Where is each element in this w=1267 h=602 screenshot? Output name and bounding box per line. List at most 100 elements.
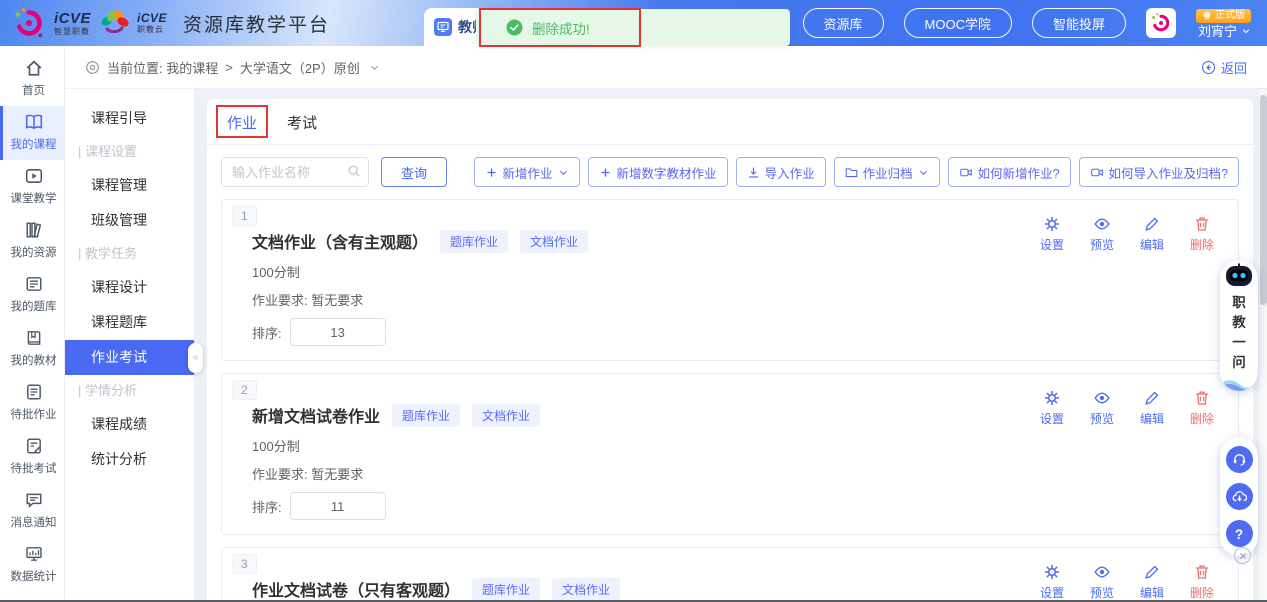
delete-button[interactable]: 删除 bbox=[1190, 564, 1214, 601]
main-content: 作业 考试 查询 bbox=[195, 89, 1267, 602]
trash-icon bbox=[1194, 390, 1210, 406]
collapse-sidebar-handle[interactable]: « bbox=[188, 343, 203, 373]
preview-button[interactable]: 预览 bbox=[1090, 216, 1114, 253]
sidebar-label: 待批作业 bbox=[11, 406, 57, 422]
home-icon bbox=[25, 59, 43, 77]
sidebar-item-pending-homework[interactable]: 待批作业 bbox=[0, 376, 64, 430]
add-digital-textbook-homework-button[interactable]: 新增数字教材作业 bbox=[588, 157, 728, 187]
submenu-group-course-settings: 课程设置 bbox=[65, 136, 194, 168]
trash-icon bbox=[1194, 564, 1210, 580]
tag-document: 文档作业 bbox=[552, 578, 620, 601]
breadcrumb-separator: > bbox=[225, 60, 233, 75]
submenu-item-course-management[interactable]: 课程管理 bbox=[65, 168, 194, 203]
settings-button[interactable]: 设置 bbox=[1040, 390, 1064, 427]
nav-resource-library-button[interactable]: 资源库 bbox=[803, 8, 884, 38]
assignment-index: 2 bbox=[232, 380, 257, 400]
sidebar-item-my-courses[interactable]: 我的课程 bbox=[0, 106, 64, 160]
sidebar-item-data-statistics[interactable]: 数据统计 bbox=[0, 538, 64, 592]
sidebar-item-home[interactable]: 首页 bbox=[0, 52, 64, 106]
submenu-item-course-design[interactable]: 课程设计 bbox=[65, 270, 194, 305]
assignment-index: 1 bbox=[232, 206, 257, 226]
settings-button[interactable]: 设置 bbox=[1040, 216, 1064, 253]
back-circle-icon bbox=[1201, 60, 1216, 75]
download-button[interactable] bbox=[1226, 483, 1253, 510]
header-right: 资源库 MOOC学院 智能投屏 正式版 刘宵宁 bbox=[803, 8, 1267, 38]
assistant-label: 职教一问 bbox=[1232, 293, 1247, 373]
pencil-icon bbox=[1144, 390, 1160, 406]
sidebar-item-messages[interactable]: 消息通知 bbox=[0, 484, 64, 538]
assignment-requirement: 作业要求: 暂无要求 bbox=[252, 464, 1222, 483]
help-button[interactable] bbox=[1226, 520, 1253, 547]
sidebar-item-my-textbooks[interactable]: 我的教材 bbox=[0, 322, 64, 376]
submenu-group-learning-analysis: 学情分析 bbox=[65, 375, 194, 407]
submenu-item-statistics-analysis[interactable]: 统计分析 bbox=[65, 442, 194, 477]
breadcrumb-current[interactable]: 大学语文（2P）原创 bbox=[240, 58, 360, 77]
submenu-item-course-guide[interactable]: 课程引导 bbox=[65, 101, 194, 136]
back-button[interactable]: 返回 bbox=[1201, 58, 1247, 77]
tag-question-bank: 题库作业 bbox=[440, 230, 508, 253]
assignment-score: 100分制 bbox=[252, 262, 1222, 281]
add-homework-button[interactable]: 新增作业 bbox=[474, 157, 580, 187]
toolbar: 查询 新增作业 新增数字教材作业 bbox=[207, 145, 1253, 199]
teacher-badge-icon bbox=[434, 18, 452, 36]
user-area[interactable]: 正式版 刘宵宁 bbox=[1196, 9, 1251, 38]
query-button[interactable]: 查询 bbox=[381, 157, 447, 187]
question-bank-icon bbox=[25, 275, 43, 293]
username: 刘宵宁 bbox=[1198, 25, 1237, 38]
close-floating-toolbar-button[interactable] bbox=[1234, 547, 1251, 564]
preview-button[interactable]: 预览 bbox=[1090, 564, 1114, 601]
nav-smart-screencast-button[interactable]: 智能投屏 bbox=[1032, 8, 1126, 38]
video-icon bbox=[959, 166, 973, 179]
tab-exam[interactable]: 考试 bbox=[287, 112, 317, 133]
sort-input[interactable] bbox=[290, 492, 386, 520]
import-homework-button[interactable]: 导入作业 bbox=[736, 157, 826, 187]
scrollbar-thumb[interactable] bbox=[1260, 95, 1267, 305]
settings-button[interactable]: 设置 bbox=[1040, 564, 1064, 601]
sidebar-label: 消息通知 bbox=[11, 514, 57, 530]
sidebar-item-my-question-bank[interactable]: 我的题库 bbox=[0, 268, 64, 322]
sort-input[interactable] bbox=[290, 318, 386, 346]
customer-service-button[interactable] bbox=[1226, 446, 1253, 473]
assistant-widget[interactable]: 职教一问 bbox=[1220, 260, 1258, 391]
submenu-group-teaching-tasks: 教学任务 bbox=[65, 238, 194, 270]
submenu-item-course-question-bank[interactable]: 课程题库 bbox=[65, 305, 194, 340]
stats-screen-icon bbox=[25, 545, 43, 563]
edit-button[interactable]: 编辑 bbox=[1140, 216, 1164, 253]
sort-label: 排序: bbox=[252, 497, 282, 516]
version-badge: 正式版 bbox=[1196, 9, 1251, 23]
edit-button[interactable]: 编辑 bbox=[1140, 390, 1164, 427]
submenu-item-class-management[interactable]: 班级管理 bbox=[65, 203, 194, 238]
floating-toolbar bbox=[1220, 437, 1258, 556]
preview-button[interactable]: 预览 bbox=[1090, 390, 1114, 427]
edit-button[interactable]: 编辑 bbox=[1140, 564, 1164, 601]
chevron-down-icon bbox=[1241, 26, 1251, 36]
page-scrollbar[interactable] bbox=[1258, 90, 1267, 600]
sidebar-item-my-resources[interactable]: 我的资源 bbox=[0, 214, 64, 268]
tag-document: 文档作业 bbox=[472, 404, 540, 427]
version-badge-label: 正式版 bbox=[1215, 11, 1245, 21]
sidebar-item-classroom-teaching[interactable]: 课堂教学 bbox=[0, 160, 64, 214]
play-video-icon bbox=[25, 167, 43, 185]
delete-button[interactable]: 删除 bbox=[1190, 216, 1214, 253]
brand-area: iCVE 智慧职教 iCVE 职教云 资源库教学平台 bbox=[0, 6, 330, 40]
homework-archive-button[interactable]: 作业归档 bbox=[834, 157, 940, 187]
nav-mooc-academy-button[interactable]: MOOC学院 bbox=[904, 8, 1012, 38]
trash-icon bbox=[1194, 216, 1210, 232]
avatar[interactable] bbox=[1146, 8, 1176, 38]
how-to-add-homework-button[interactable]: 如何新增作业? bbox=[948, 157, 1071, 187]
chevron-down-icon bbox=[918, 167, 929, 178]
plus-icon bbox=[599, 166, 612, 179]
left-rail: 首页 我的课程 课堂教学 我的资源 我的题库 我的教材 bbox=[0, 46, 65, 602]
location-pin-icon bbox=[85, 60, 100, 75]
how-to-import-archive-button[interactable]: 如何导入作业及归档? bbox=[1079, 157, 1239, 187]
tab-homework[interactable]: 作业 bbox=[227, 112, 257, 133]
delete-button[interactable]: 删除 bbox=[1190, 390, 1214, 427]
sidebar-item-pending-exams[interactable]: 待批考试 bbox=[0, 430, 64, 484]
chevron-down-icon[interactable] bbox=[369, 62, 380, 73]
submenu-item-homework-exam[interactable]: 作业考试 « bbox=[65, 340, 194, 375]
pencil-icon bbox=[1144, 564, 1160, 580]
breadcrumb-label: 当前位置: 我的课程 bbox=[107, 58, 218, 77]
headset-icon bbox=[1232, 452, 1247, 467]
logo1-sub: 智慧职教 bbox=[54, 28, 91, 36]
submenu-item-course-grades[interactable]: 课程成绩 bbox=[65, 407, 194, 442]
